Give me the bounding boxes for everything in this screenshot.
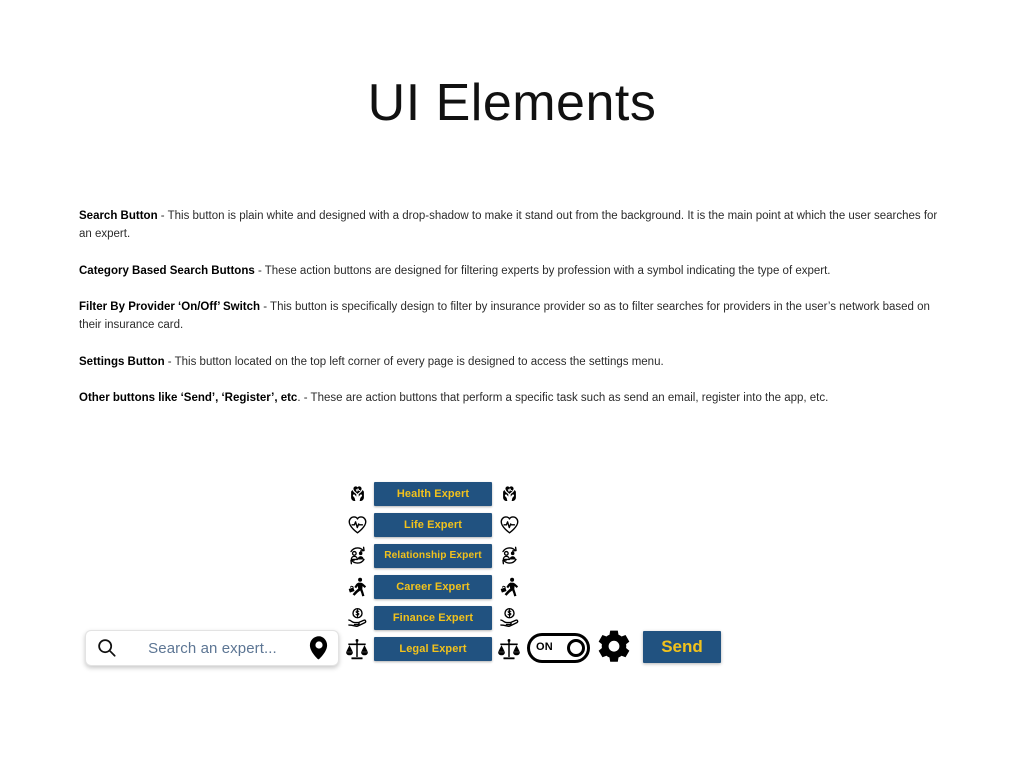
category-row-legal: Legal Expert	[345, 636, 521, 661]
two-people-cycle-icon	[345, 543, 369, 568]
description-term: Other buttons like ‘Send’, ‘Register’, e…	[79, 392, 298, 404]
category-row-relationship: Relationship Expert	[345, 543, 521, 568]
scales-of-justice-icon	[345, 636, 369, 661]
two-people-cycle-icon	[497, 543, 521, 568]
category-row-life: Life Expert	[345, 512, 521, 537]
running-person-briefcase-icon	[345, 574, 369, 599]
description-term: Filter By Provider ‘On/Off’ Switch	[79, 301, 261, 313]
category-button-finance-expert[interactable]: Finance Expert	[374, 605, 492, 630]
scales-of-justice-icon	[497, 636, 521, 661]
description-list: Search Button - This button is plain whi…	[79, 207, 941, 407]
description-item-provider-switch: Filter By Provider ‘On/Off’ Switch - Thi…	[79, 298, 941, 334]
search-input[interactable]: Search an expert...	[118, 640, 307, 657]
page-title: UI Elements	[367, 74, 657, 132]
description-term: Category Based Search Buttons	[79, 264, 255, 277]
description-text: - This button is plain white and designe…	[79, 210, 938, 240]
description-term: Settings Button	[79, 355, 165, 368]
hands-holding-heart-icon	[497, 481, 521, 506]
description-text: - These action buttons are designed for …	[254, 264, 831, 277]
settings-button[interactable]	[594, 628, 634, 668]
running-person-briefcase-icon	[497, 574, 521, 599]
description-item-search-button: Search Button - This button is plain whi…	[79, 207, 941, 243]
search-bar[interactable]: Search an expert...	[85, 630, 339, 666]
category-row-career: Career Expert	[345, 574, 521, 599]
heart-pulse-icon	[497, 512, 521, 537]
hands-holding-heart-icon	[345, 481, 369, 506]
description-text: - This button located on the top left co…	[164, 355, 664, 368]
description-text: . - These are action buttons that perfor…	[297, 392, 829, 404]
description-term: Search Button	[79, 210, 158, 222]
category-row-health: Health Expert	[345, 481, 521, 506]
toggle-knob[interactable]	[567, 638, 585, 657]
search-icon	[96, 637, 118, 659]
category-button-relationship-expert[interactable]: Relationship Expert	[374, 543, 492, 568]
category-button-life-expert[interactable]: Life Expert	[374, 512, 492, 537]
heart-pulse-icon	[345, 512, 369, 537]
send-button[interactable]: Send	[643, 631, 721, 663]
description-item-category-buttons: Category Based Search Buttons - These ac…	[79, 262, 941, 280]
toggle-state-label: ON	[536, 641, 553, 653]
category-button-legal-expert[interactable]: Legal Expert	[374, 636, 492, 661]
category-row-finance: Finance Expert	[345, 605, 521, 630]
category-button-list: Health Expert Life Expert Relationship E…	[345, 481, 521, 661]
hand-coin-icon	[497, 605, 521, 630]
gear-icon	[594, 628, 634, 668]
filter-by-provider-toggle[interactable]: ON	[527, 633, 590, 663]
description-item-other-buttons: Other buttons like ‘Send’, ‘Register’, e…	[79, 389, 941, 407]
ui-mockup-region: Search an expert... Health Expert Life E…	[0, 478, 1024, 688]
category-button-health-expert[interactable]: Health Expert	[374, 481, 492, 506]
category-button-career-expert[interactable]: Career Expert	[374, 574, 492, 599]
hand-coin-icon	[345, 605, 369, 630]
description-item-settings-button: Settings Button - This button located on…	[79, 353, 941, 371]
location-pin-icon[interactable]	[307, 635, 331, 661]
